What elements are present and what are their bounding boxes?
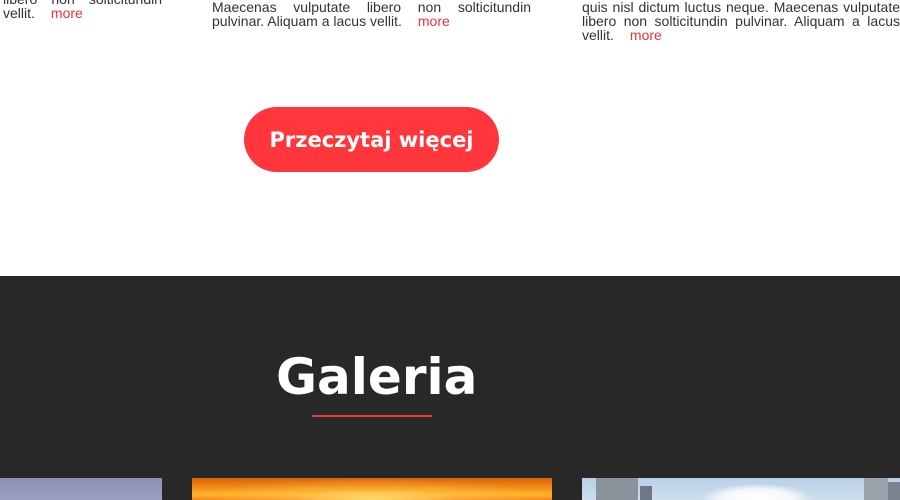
article-excerpt-text: Maecenas vulputate libero non solticitun…	[212, 0, 531, 29]
article-excerpt-3: quis nisl dictum luctus neque. Maecenas …	[582, 0, 900, 42]
gallery-thumbnail-1[interactable]	[0, 478, 162, 500]
building	[864, 478, 888, 500]
gallery-title: Galeria	[276, 348, 478, 406]
gallery-thumbnail-3[interactable]	[582, 478, 900, 500]
sunset-glow	[192, 478, 552, 500]
more-link[interactable]: more	[418, 13, 450, 29]
article-excerpt-1: libero non solticitundin vellit.more	[3, 0, 162, 20]
cloud	[702, 484, 812, 500]
read-more-button[interactable]: Przeczytaj więcej	[244, 107, 499, 172]
more-link[interactable]: more	[630, 27, 662, 43]
more-link[interactable]: more	[51, 5, 83, 21]
building	[596, 478, 638, 500]
gallery-section: Galeria	[0, 276, 900, 500]
articles-section: libero non solticitundin vellit.more Mae…	[0, 0, 900, 276]
title-underline	[312, 415, 432, 417]
building	[640, 486, 652, 500]
article-excerpt-2: Maecenas vulputate libero non solticitun…	[212, 0, 531, 28]
building	[888, 482, 900, 500]
gallery-thumbnail-2[interactable]	[192, 478, 552, 500]
